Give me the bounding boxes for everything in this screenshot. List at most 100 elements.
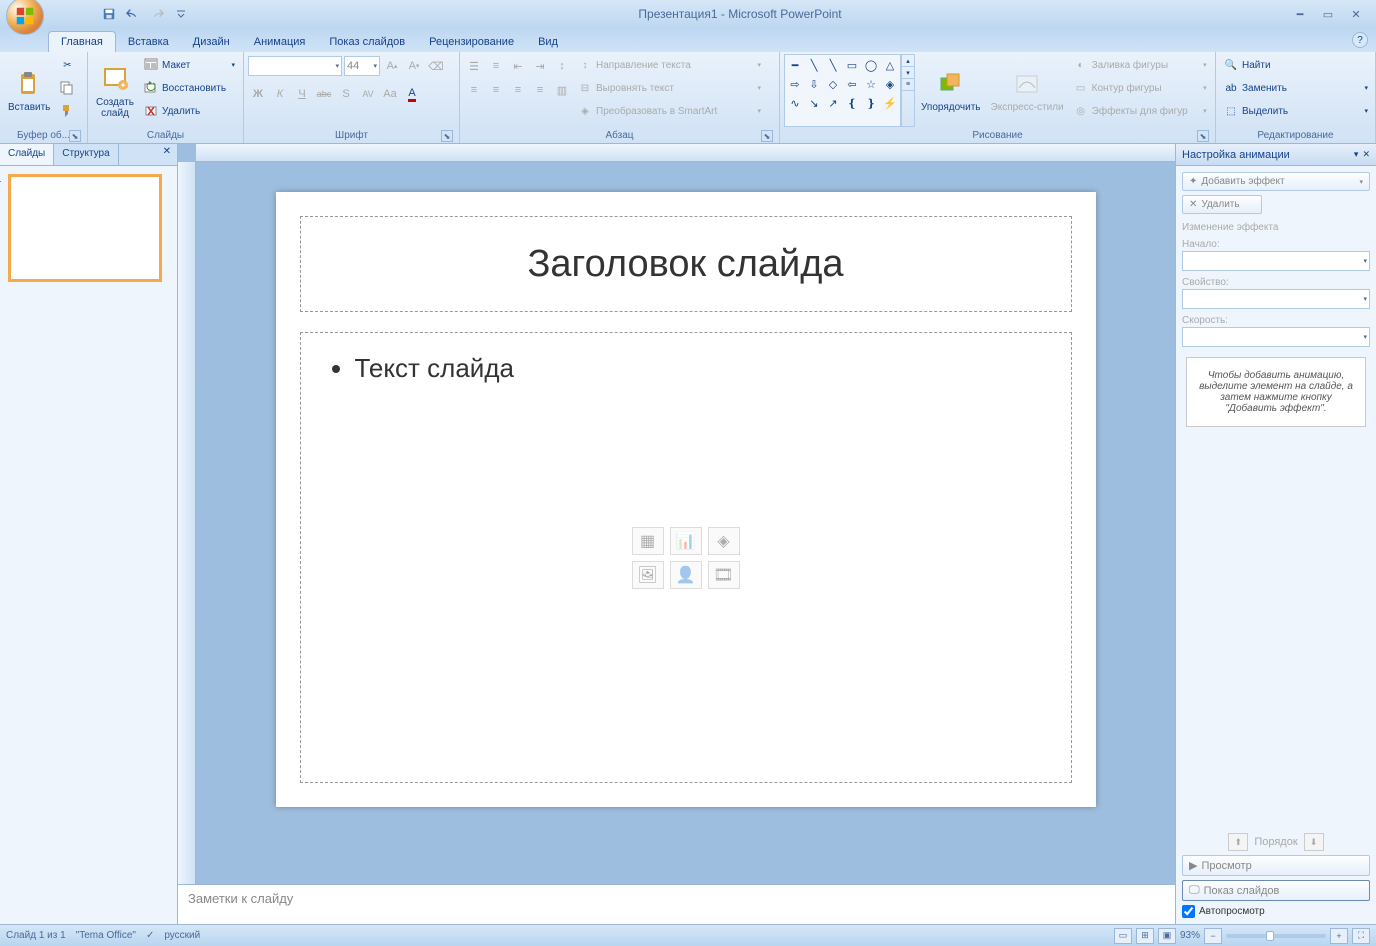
tab-view[interactable]: Вид	[526, 32, 570, 52]
bold-button[interactable]: Ж	[248, 84, 268, 104]
slideshow-view-button[interactable]: ▣	[1158, 928, 1176, 944]
move-down-button[interactable]: ⬇	[1304, 833, 1324, 851]
replace-button[interactable]: abЗаменить▾	[1220, 77, 1371, 99]
slideshow-button[interactable]: 🖵Показ слайдов	[1182, 880, 1370, 901]
align-text-button[interactable]: ⊟Выровнять текст▾	[574, 77, 764, 99]
justify-button[interactable]: ≡	[530, 80, 550, 100]
shape-conn2[interactable]: ↗	[824, 94, 842, 112]
layout-button[interactable]: Макет▾	[140, 54, 238, 76]
decrease-indent-button[interactable]: ⇤	[508, 56, 528, 76]
grow-font-button[interactable]: A▴	[382, 56, 402, 76]
quick-styles-button[interactable]: Экспресс-стили	[987, 54, 1068, 127]
move-up-button[interactable]: ⬆	[1228, 833, 1248, 851]
clear-format-button[interactable]: ⌫	[426, 56, 446, 76]
zoom-value[interactable]: 93%	[1180, 930, 1200, 941]
save-button[interactable]	[98, 3, 120, 25]
title-placeholder[interactable]: Заголовок слайда	[300, 216, 1072, 312]
shape-bolt[interactable]: ⚡	[881, 94, 899, 112]
align-center-button[interactable]: ≡	[486, 80, 506, 100]
preview-button[interactable]: ▶Просмотр	[1182, 855, 1370, 876]
zoom-out-button[interactable]: −	[1204, 928, 1222, 944]
slide-thumbnail-1[interactable]	[8, 174, 162, 282]
font-color-button[interactable]: A	[402, 84, 422, 104]
shape-brace[interactable]: ❴	[843, 94, 861, 112]
font-launcher[interactable]: ⬊	[441, 130, 453, 142]
pane-menu-button[interactable]: ▾	[1354, 149, 1359, 160]
vertical-ruler[interactable]	[178, 162, 196, 884]
underline-button[interactable]: Ч	[292, 84, 312, 104]
shape-gallery[interactable]: ━ ╲ ╲ ▭ ◯ △ ⇨ ⇩ ◇ ⇦ ☆ ◈ ∿ ↘ ↗ ❴ ❵	[784, 54, 901, 127]
shape-fill-button[interactable]: ◐Заливка фигуры▾	[1070, 54, 1210, 76]
insert-table-icon[interactable]: ▦	[632, 527, 664, 555]
reset-button[interactable]: Восстановить	[140, 77, 238, 99]
shape-brace2[interactable]: ❵	[862, 94, 880, 112]
remove-effect-button[interactable]: ✕Удалить	[1182, 195, 1262, 214]
fit-button[interactable]: ⛶	[1352, 928, 1370, 944]
qat-customize[interactable]	[170, 3, 192, 25]
align-left-button[interactable]: ≡	[464, 80, 484, 100]
tab-review[interactable]: Рецензирование	[417, 32, 526, 52]
gallery-scroll[interactable]: ▴▾≡	[901, 54, 915, 127]
insert-clipart-icon[interactable]: 👤	[670, 561, 702, 589]
line-spacing-button[interactable]: ↕	[552, 56, 572, 76]
tab-design[interactable]: Дизайн	[181, 32, 242, 52]
add-effect-button[interactable]: ✦Добавить эффект▾	[1182, 172, 1370, 191]
shadow-button[interactable]: S	[336, 84, 356, 104]
tab-home[interactable]: Главная	[48, 31, 116, 52]
arrange-button[interactable]: Упорядочить	[917, 54, 985, 127]
delete-slide-button[interactable]: Удалить	[140, 100, 238, 122]
shape-arrow-d[interactable]: ⇩	[805, 75, 823, 93]
close-panel-button[interactable]: ✕	[157, 144, 177, 165]
start-combo[interactable]: ▾	[1182, 251, 1370, 271]
spell-icon[interactable]: ✓	[146, 930, 154, 941]
numbering-button[interactable]: ≡	[486, 56, 506, 76]
draw-launcher[interactable]: ⬊	[1197, 130, 1209, 142]
zoom-slider[interactable]	[1226, 934, 1326, 938]
insert-picture-icon[interactable]: 🖼	[632, 561, 664, 589]
tab-slides[interactable]: Слайды	[0, 144, 54, 165]
shape-outline-button[interactable]: ▭Контур фигуры▾	[1070, 77, 1210, 99]
help-button[interactable]: ?	[1352, 32, 1368, 48]
insert-media-icon[interactable]: 🎞	[708, 561, 740, 589]
font-size-combo[interactable]: 44▾	[344, 56, 380, 76]
select-button[interactable]: ⬚Выделить▾	[1220, 100, 1371, 122]
para-launcher[interactable]: ⬊	[761, 130, 773, 142]
shape-conn1[interactable]: ↘	[805, 94, 823, 112]
normal-view-button[interactable]: ▭	[1114, 928, 1132, 944]
tab-animation[interactable]: Анимация	[242, 32, 318, 52]
insert-smartart-icon[interactable]: ◈	[708, 527, 740, 555]
insert-chart-icon[interactable]: 📊	[670, 527, 702, 555]
change-case-button[interactable]: Aa	[380, 84, 400, 104]
maximize-button[interactable]: ▭	[1316, 5, 1340, 23]
shape-rect[interactable]: ▭	[843, 56, 861, 74]
redo-button[interactable]	[146, 3, 168, 25]
align-right-button[interactable]: ≡	[508, 80, 528, 100]
font-family-combo[interactable]: ▾	[248, 56, 342, 76]
find-button[interactable]: 🔍Найти	[1220, 54, 1371, 76]
sorter-view-button[interactable]: ⊞	[1136, 928, 1154, 944]
shape-line2[interactable]: ╲	[805, 56, 823, 74]
undo-button[interactable]	[122, 3, 144, 25]
shape-diamond[interactable]: ◇	[824, 75, 842, 93]
shape-arrow-r[interactable]: ⇨	[786, 75, 804, 93]
slide[interactable]: Заголовок слайда Текст слайда ▦ 📊 ◈ 🖼 👤 …	[276, 192, 1096, 807]
autopreview-checkbox[interactable]: Автопросмотр	[1182, 905, 1370, 918]
slide-canvas-area[interactable]: Заголовок слайда Текст слайда ▦ 📊 ◈ 🖼 👤 …	[196, 162, 1175, 884]
speed-combo[interactable]: ▾	[1182, 327, 1370, 347]
copy-button[interactable]	[56, 77, 78, 99]
strike-button[interactable]: abc	[314, 84, 334, 104]
shape-line3[interactable]: ╲	[824, 56, 842, 74]
shape-oval[interactable]: ◯	[862, 56, 880, 74]
shape-tri[interactable]: △	[881, 56, 899, 74]
content-placeholder[interactable]: Текст слайда ▦ 📊 ◈ 🖼 👤 🎞	[300, 332, 1072, 783]
pane-close-button[interactable]: ✕	[1362, 149, 1370, 160]
italic-button[interactable]: К	[270, 84, 290, 104]
notes-pane[interactable]: Заметки к слайду	[178, 884, 1175, 924]
property-combo[interactable]: ▾	[1182, 289, 1370, 309]
language[interactable]: русский	[164, 930, 200, 941]
minimize-button[interactable]: ━	[1288, 5, 1312, 23]
close-button[interactable]: ✕	[1344, 5, 1368, 23]
tab-slideshow[interactable]: Показ слайдов	[317, 32, 417, 52]
horizontal-ruler[interactable]	[196, 144, 1175, 162]
bullets-button[interactable]: ☰	[464, 56, 484, 76]
